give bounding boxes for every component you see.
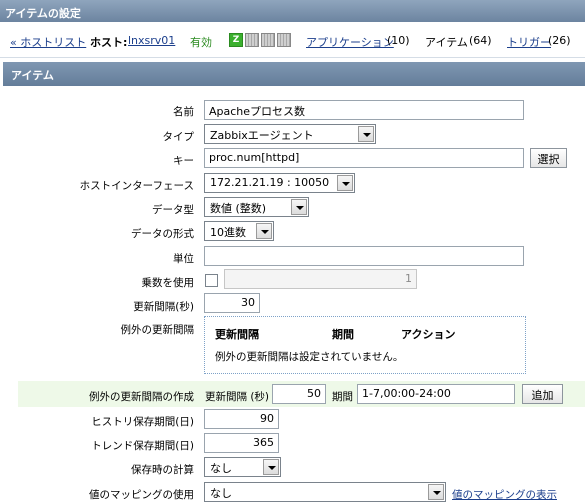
- triggers-count: (26): [548, 34, 571, 47]
- history-input[interactable]: 90: [204, 409, 279, 429]
- new-flexible-period-input[interactable]: 1-7,00:00-24:00: [357, 384, 515, 404]
- ipmi-icon: [277, 33, 291, 47]
- flexible-intervals-label: 例外の更新間隔: [120, 324, 195, 336]
- units-input[interactable]: [204, 246, 524, 266]
- availability-icons: Z: [229, 33, 293, 47]
- update-interval-input[interactable]: 30: [204, 293, 260, 313]
- host-label: ホスト:: [90, 36, 128, 49]
- name-label: 名前: [173, 106, 194, 118]
- applications-count: (10): [387, 34, 410, 47]
- chevron-down-icon: [337, 175, 353, 191]
- zabbix-agent-icon: Z: [229, 33, 243, 47]
- name-input[interactable]: Apacheプロセス数: [204, 100, 524, 120]
- data-format-label: データの形式: [131, 228, 194, 240]
- column-period: 期間: [332, 328, 354, 341]
- chevron-down-icon: [428, 484, 444, 500]
- store-value-label: 保存時の計算: [131, 464, 194, 476]
- host-status: 有効: [190, 36, 212, 49]
- key-label: キー: [173, 155, 194, 167]
- new-flexible-interval-label: 更新間隔 (秒): [205, 391, 270, 403]
- column-action: アクション: [401, 328, 456, 341]
- trends-label: トレンド保存期間(日): [91, 440, 194, 452]
- type-select[interactable]: Zabbixエージェント: [204, 124, 376, 144]
- chevron-down-icon: [291, 199, 307, 215]
- chevron-down-icon: [263, 459, 279, 475]
- data-type-value: 数値 (整数): [210, 202, 267, 215]
- chevron-down-icon: [256, 223, 272, 239]
- value-mapping-select[interactable]: なし: [204, 482, 446, 502]
- data-format-value: 10進数: [210, 226, 246, 239]
- chevron-down-icon: [358, 126, 374, 142]
- host-list-link[interactable]: « ホストリスト: [10, 34, 86, 50]
- multiplier-checkbox[interactable]: [205, 274, 218, 287]
- value-mapping-value: なし: [210, 487, 232, 500]
- data-format-select[interactable]: 10進数: [204, 221, 274, 241]
- applications-link[interactable]: アプリケーション: [306, 34, 394, 50]
- host-navbar: « ホストリスト ホスト: lnxsrv01 有効 Z アプリケーション (10…: [0, 24, 585, 58]
- host-interface-select[interactable]: 172.21.21.19 : 10050: [204, 173, 355, 193]
- type-select-value: Zabbixエージェント: [210, 129, 314, 142]
- units-label: 単位: [173, 253, 194, 265]
- multiplier-label: 乗数を使用: [141, 277, 195, 289]
- trends-input[interactable]: 365: [204, 433, 279, 453]
- multiplier-input[interactable]: 1: [224, 269, 417, 289]
- jmx-icon: [261, 33, 275, 47]
- store-value-value: なし: [210, 462, 232, 475]
- snmp-icon: [245, 33, 259, 47]
- column-interval: 更新間隔: [215, 328, 259, 341]
- new-flexible-label: 例外の更新間隔の作成: [89, 391, 194, 403]
- history-label: ヒストリ保存期間(日): [91, 416, 194, 428]
- items-count: (64): [469, 34, 492, 47]
- store-value-select[interactable]: なし: [204, 457, 281, 477]
- data-type-label: データ型: [152, 204, 194, 216]
- host-name-link[interactable]: lnxsrv01: [128, 34, 175, 47]
- new-flexible-interval-input[interactable]: 50: [272, 384, 326, 404]
- value-mapping-label: 値のマッピングの使用: [89, 489, 194, 501]
- data-type-select[interactable]: 数値 (整数): [204, 197, 309, 217]
- type-label: タイプ: [162, 131, 195, 143]
- host-interface-value: 172.21.21.19 : 10050: [210, 176, 330, 189]
- items-label: アイテム: [425, 36, 468, 49]
- flexible-intervals-empty: 例外の更新間隔は設定されていません。: [215, 351, 404, 363]
- update-interval-label: 更新間隔(秒): [133, 301, 194, 313]
- key-select-button[interactable]: 選択: [530, 148, 567, 168]
- flexible-intervals-table: 更新間隔 期間 アクション 例外の更新間隔は設定されていません。: [204, 316, 526, 374]
- value-mapping-link[interactable]: 値のマッピングの表示: [452, 487, 557, 502]
- section-title: アイテム: [3, 62, 585, 86]
- host-interface-label: ホストインターフェース: [79, 180, 194, 192]
- window-title: アイテムの設定: [0, 0, 585, 22]
- triggers-link[interactable]: トリガー: [507, 34, 551, 50]
- new-flexible-period-label: 期間: [332, 391, 353, 403]
- add-flexible-button[interactable]: 追加: [522, 384, 563, 404]
- key-input[interactable]: proc.num[httpd]: [204, 148, 524, 168]
